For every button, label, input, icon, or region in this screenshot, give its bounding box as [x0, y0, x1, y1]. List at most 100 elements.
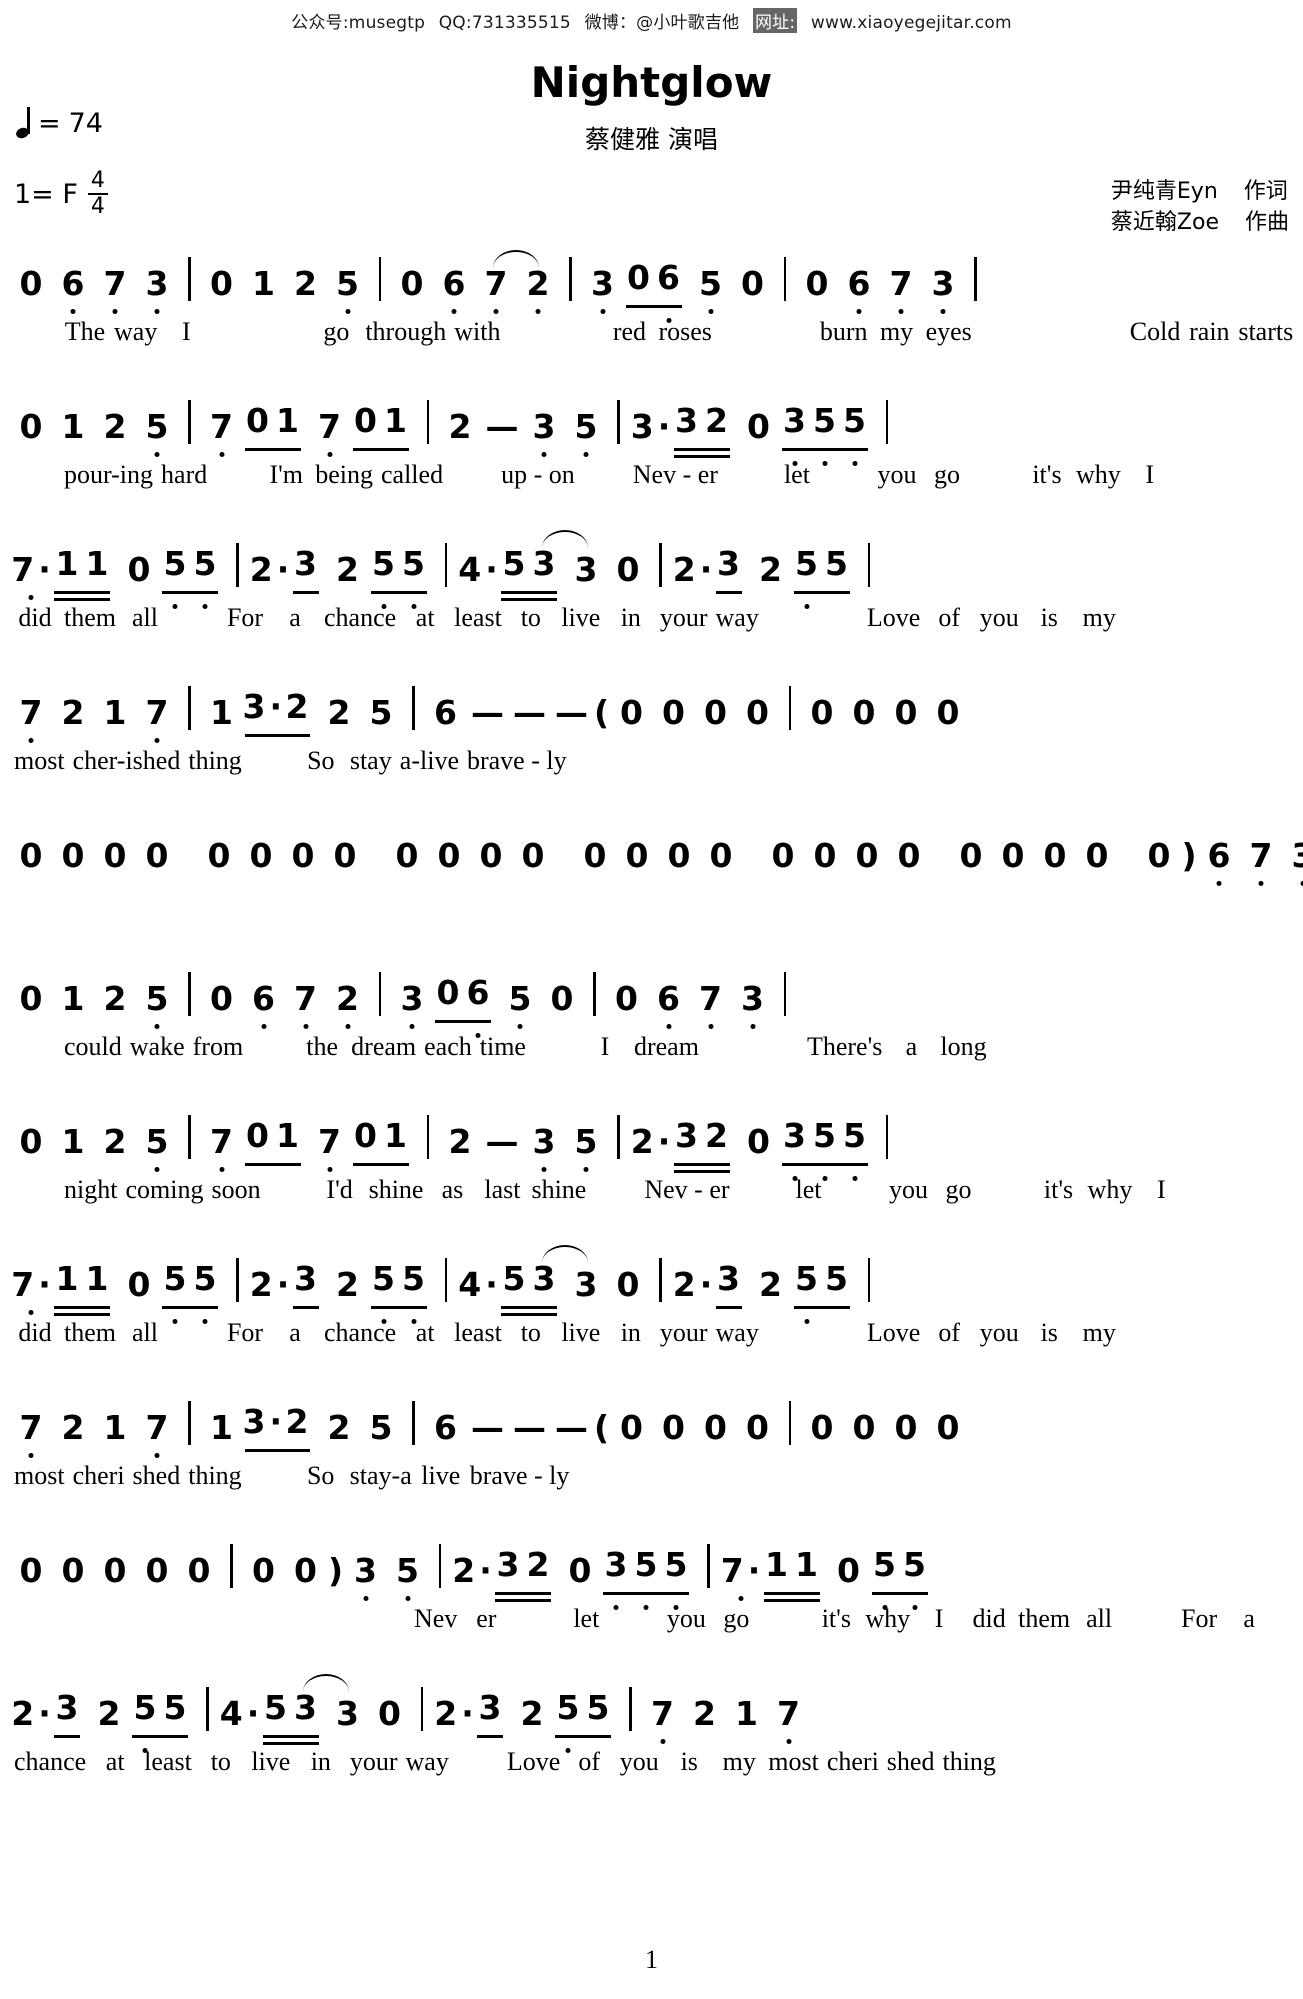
lyric-row: most cheri shed thing So stay-a live brave - ly [0, 1461, 1303, 1503]
note: 3 [136, 264, 178, 317]
note-number: 0 [333, 836, 357, 875]
lyric-syllable: For [226, 1318, 264, 1347]
note-number: 5 [634, 1545, 658, 1584]
note-number: 6 [61, 264, 85, 303]
lyric-syllable: chance [324, 603, 397, 632]
note-number: 5 [372, 544, 395, 583]
barline [236, 1258, 239, 1302]
note: 0 [606, 979, 648, 1032]
note-number: 3 [354, 1551, 377, 1590]
beamed-group: 11 [52, 1259, 112, 1318]
note-number: 2 [759, 1265, 782, 1304]
beam-line-1 [352, 448, 409, 451]
beam-line-1 [477, 1735, 503, 1738]
beamed-group: 06 [433, 973, 493, 1038]
beam-line-1 [370, 591, 427, 594]
note: 5 [499, 1259, 529, 1318]
lyric-syllable: a-live [399, 746, 459, 775]
note: 0 [658, 836, 700, 889]
note-number: 2 [103, 407, 127, 446]
note: 0 [369, 1694, 411, 1747]
note-number: 0 [852, 693, 876, 732]
augmentation-dot: · [699, 1265, 713, 1304]
beamed-group: 55 [160, 544, 220, 609]
lyric-syllable: a [1243, 1604, 1255, 1633]
note-number: 7 [11, 1265, 35, 1304]
octave-dot-low [451, 309, 457, 314]
octave-dot-low [708, 1024, 713, 1029]
note-number: 2 [249, 550, 273, 589]
note: 3 [601, 1545, 631, 1610]
note-number: 3 [242, 687, 266, 726]
note-number: 0 [616, 550, 640, 589]
note-number: 1 [384, 1116, 407, 1155]
beamed-group: 11 [52, 544, 112, 603]
beam-line-1 [501, 1306, 557, 1309]
beam-line-1 [244, 734, 311, 737]
beamed-group: 355 [780, 1116, 870, 1181]
note-number: 0 [936, 693, 960, 732]
note: 7 [94, 264, 136, 317]
note: 6 [52, 264, 94, 317]
note-number: 7 [777, 1694, 800, 1733]
note: 0 [136, 836, 178, 889]
lyric-row: could wake from the dream each time Idream There… [0, 1032, 1303, 1074]
note-number: 5 [903, 1545, 926, 1584]
octave-dot-low [303, 1024, 308, 1029]
lyric-syllable: called [381, 460, 444, 489]
note-number: 5 [795, 1259, 818, 1298]
beamed-group: 3 [714, 1259, 744, 1318]
note-number: 0 [747, 1122, 770, 1161]
lyric-syllable: you [666, 1604, 706, 1633]
note: 3 [714, 1259, 744, 1318]
note-number: 0 [627, 258, 650, 297]
note: 2 [511, 1694, 553, 1747]
note: 0 [118, 1265, 160, 1318]
note-number: 7 [720, 1551, 744, 1590]
lyric-syllable: my [879, 317, 914, 346]
note-number: 0 [936, 1408, 960, 1447]
lyric-row: did them all For a chance at least to live in your w… [0, 603, 1303, 645]
note: 5 [690, 264, 732, 317]
note: 2 [517, 264, 559, 317]
note-number: 0 [436, 973, 460, 1012]
note: 4 · [457, 1265, 499, 1318]
lyric-syllable: Love [866, 1318, 921, 1347]
lyric-syllable: most [14, 1461, 65, 1490]
duration-dash: — [513, 693, 547, 732]
beamed-group: 06 [624, 258, 684, 323]
beam-line-1 [244, 1163, 301, 1166]
barline [206, 1687, 209, 1731]
note-number: 2 [61, 693, 85, 732]
octave-dot-low [28, 738, 34, 743]
note-number: 2 [97, 1694, 121, 1733]
time-signature-denominator: 4 [90, 194, 105, 219]
duration-dash: — [485, 1122, 519, 1161]
lyric-row: Nev er let you go it's why Idid them all For a [0, 1604, 1303, 1646]
lyric-syllable: is [680, 1747, 698, 1776]
note: 0 [992, 836, 1034, 889]
note: 7 · [720, 1551, 762, 1604]
note-number: 0 [894, 1408, 918, 1447]
beam-line-1 [781, 1163, 868, 1166]
note: 7 · [10, 1265, 52, 1318]
note-number: 0 [959, 836, 983, 875]
note-number: 2 [526, 264, 550, 303]
lyric-syllable: of [938, 1318, 961, 1347]
note-number: 0 [61, 1551, 85, 1590]
lyric-syllable: live [561, 603, 601, 632]
octave-dot-low [154, 738, 160, 743]
note-number: 0 [709, 836, 733, 875]
lyric-syllable: go [945, 1175, 972, 1204]
note: 7 [136, 1408, 178, 1461]
note: 0 [559, 1551, 601, 1604]
note-number: 0 [805, 264, 829, 303]
note-number: 7 [145, 1408, 169, 1447]
barline [236, 543, 239, 587]
note: 0 [10, 407, 52, 460]
note-number: 3 [294, 1688, 317, 1727]
note-number: 0 [1085, 836, 1109, 875]
note: 1 [82, 1259, 112, 1318]
note-number: 5 [369, 1408, 393, 1447]
note: 3 [523, 407, 565, 460]
